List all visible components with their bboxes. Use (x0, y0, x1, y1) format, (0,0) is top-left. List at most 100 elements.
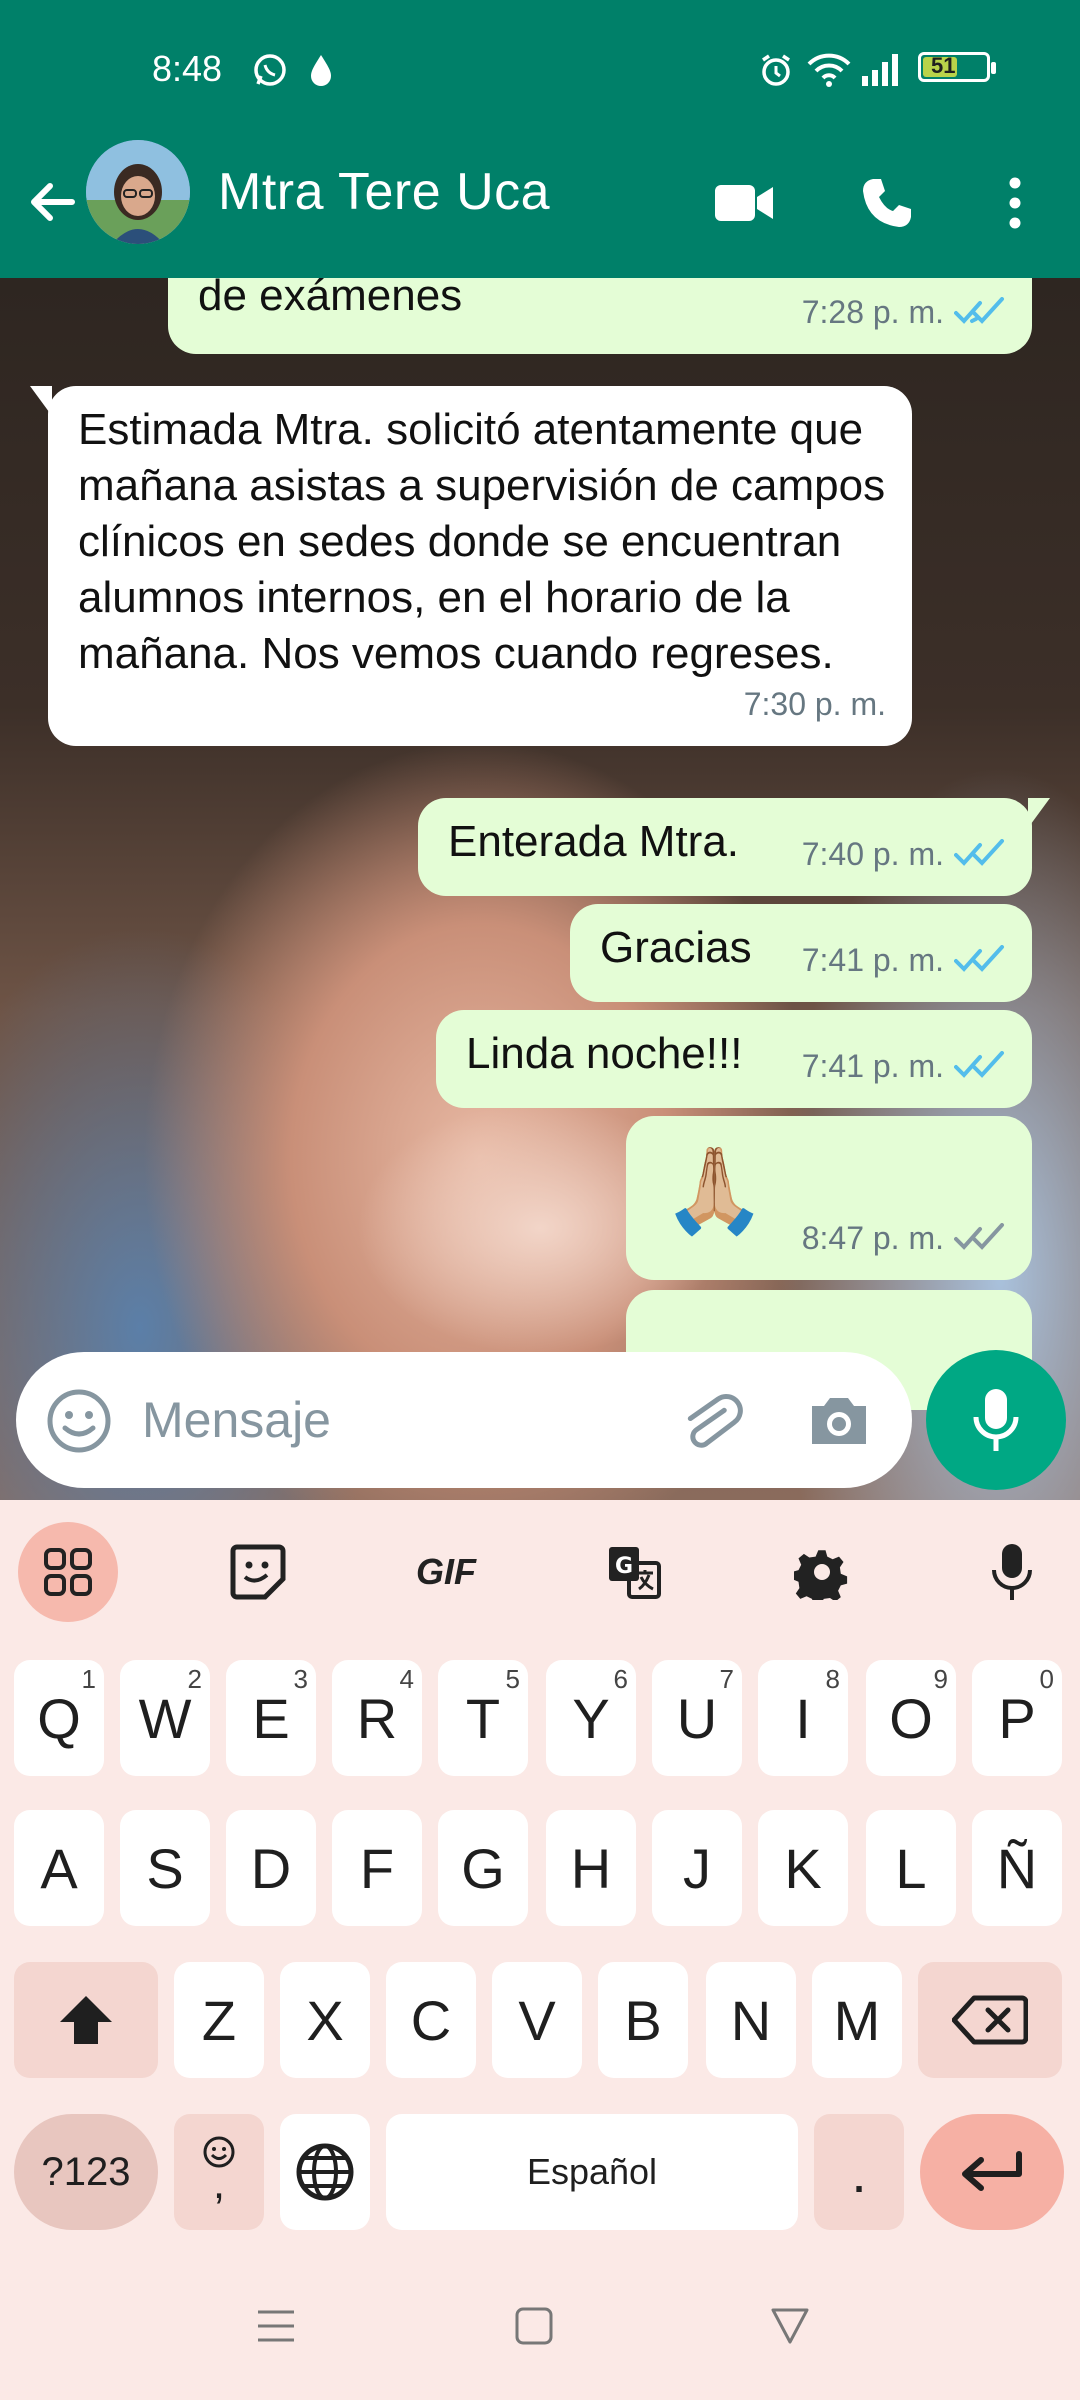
key-z[interactable]: Z (174, 1962, 264, 2078)
video-call-icon (715, 185, 773, 221)
translate-button[interactable]: G (584, 1522, 684, 1622)
apps-grid-icon (44, 1548, 92, 1596)
key-b[interactable]: B (598, 1962, 688, 2078)
message-composer (16, 1352, 912, 1488)
backspace-icon (952, 1995, 1028, 2045)
key-e[interactable]: E3 (226, 1660, 316, 1776)
wifi-icon (807, 53, 851, 87)
key-r[interactable]: R4 (332, 1660, 422, 1776)
shift-icon (60, 1996, 112, 2044)
voice-call-button[interactable] (852, 168, 922, 238)
soft-keyboard: GIF G Q1 W2 E3 R4 T 5 Y 6 U 7 I 8 O 9 P … (0, 1500, 1080, 2252)
keyboard-toolbar: GIF G (0, 1500, 1080, 1640)
backspace-key[interactable] (918, 1962, 1062, 2078)
emoji-comma-key[interactable]: , (174, 2114, 264, 2230)
message-text: Gracias (600, 923, 752, 972)
contact-avatar[interactable] (86, 140, 190, 244)
key-n[interactable]: N (706, 1962, 796, 2078)
language-key[interactable] (280, 2114, 370, 2230)
key-f[interactable]: F (332, 1810, 422, 1926)
message-meta: 7:41 p. m. (802, 1038, 1006, 1094)
message-input[interactable] (142, 1380, 662, 1460)
chat-header: Mtra Tere Uca (0, 140, 1080, 278)
key-g[interactable]: G (438, 1810, 528, 1926)
key-y[interactable]: Y6 (546, 1660, 636, 1776)
signal-icon (862, 54, 898, 86)
message-text: de exámenes (198, 278, 463, 320)
settings-button[interactable] (772, 1522, 872, 1622)
key-c[interactable]: C (386, 1962, 476, 2078)
read-ticks-icon (954, 839, 1004, 866)
svg-text:G: G (615, 1554, 633, 1579)
sticker-button[interactable] (208, 1522, 308, 1622)
symbols-key[interactable]: ?123 (14, 2114, 158, 2230)
message-incoming[interactable]: Estimada Mtra. solicitó atentamente que … (30, 386, 912, 746)
home-square-icon (515, 2307, 553, 2345)
video-call-button[interactable] (710, 168, 780, 238)
camera-icon[interactable] (806, 1390, 872, 1450)
message-meta: 7:28 p. m. (802, 284, 1006, 340)
battery-icon: 51 (918, 52, 996, 82)
key-x[interactable]: X (280, 1962, 370, 2078)
whatsapp-notification-icon (254, 54, 286, 86)
key-a[interactable]: A (14, 1810, 104, 1926)
enter-key[interactable] (920, 2114, 1064, 2230)
period-key[interactable]: . (814, 2114, 904, 2230)
message-meta: 8:47 p. m. (802, 1210, 1006, 1266)
key-q[interactable]: Q1 (14, 1660, 104, 1776)
key-m[interactable]: M (812, 1962, 902, 2078)
message-time: 7:41 p. m. (801, 942, 944, 978)
message-outgoing[interactable]: Enterada Mtra. 7:40 p. m. (418, 798, 1050, 896)
mic-icon (973, 1389, 1019, 1451)
key-o[interactable]: O9 (866, 1660, 956, 1776)
key-j[interactable]: J (652, 1810, 742, 1926)
globe-icon (296, 2143, 354, 2201)
key-u[interactable]: U7 (652, 1660, 742, 1776)
message-text: Enterada Mtra. (448, 817, 740, 866)
message-outgoing[interactable]: Linda noche!!! 7:41 p. m. (436, 1010, 1032, 1108)
message-outgoing[interactable]: 🙏🏼 8:47 p. m. (626, 1116, 1032, 1280)
contact-name[interactable]: Mtra Tere Uca (218, 162, 550, 222)
key-n-tilde[interactable]: Ñ (972, 1810, 1062, 1926)
message-outgoing[interactable]: de exámenes 7:28 p. m. (168, 278, 1032, 354)
key-i[interactable]: I8 (758, 1660, 848, 1776)
message-text: Linda noche!!! (466, 1029, 743, 1078)
key-k[interactable]: K (758, 1810, 848, 1926)
recents-button[interactable] (246, 2300, 306, 2352)
shift-key[interactable] (14, 1962, 158, 2078)
voice-message-button[interactable] (926, 1350, 1066, 1490)
more-vert-icon (1009, 177, 1021, 229)
phone-icon (863, 179, 911, 227)
menu-icon (258, 2310, 294, 2342)
key-v[interactable]: V (492, 1962, 582, 2078)
message-time: 8:47 p. m. (801, 1220, 944, 1256)
drop-notification-icon (311, 55, 331, 86)
message-outgoing[interactable]: Gracias 7:41 p. m. (570, 904, 1032, 1002)
voice-input-button[interactable] (962, 1522, 1062, 1622)
read-ticks-icon (954, 297, 1004, 324)
settings-icon (794, 1550, 848, 1600)
key-d[interactable]: D (226, 1810, 316, 1926)
key-h[interactable]: H (546, 1810, 636, 1926)
system-nav-bar (0, 2252, 1080, 2400)
key-t[interactable]: T5 (438, 1660, 528, 1776)
space-key[interactable]: Español (386, 2114, 798, 2230)
key-l[interactable]: L (866, 1810, 956, 1926)
more-options-button[interactable] (980, 168, 1050, 238)
message-time: 7:28 p. m. (801, 294, 944, 330)
apps-grid-button[interactable] (18, 1522, 118, 1622)
translate-icon: G (609, 1547, 661, 1599)
alarm-icon (762, 54, 790, 86)
key-p[interactable]: P0 (972, 1660, 1062, 1776)
emoji-icon[interactable] (46, 1388, 112, 1454)
delivered-ticks-icon (954, 1223, 1004, 1250)
key-w[interactable]: W2 (120, 1660, 210, 1776)
home-button[interactable] (504, 2300, 564, 2352)
key-s[interactable]: S (120, 1810, 210, 1926)
gif-button[interactable]: GIF (396, 1522, 496, 1622)
attach-icon[interactable] (676, 1388, 744, 1456)
message-emoji: 🙏🏼 (662, 1143, 767, 1237)
back-arrow-icon[interactable] (22, 172, 82, 232)
chat-area[interactable]: de exámenes 7:28 p. m. Estimada Mtra. so… (0, 278, 1080, 1500)
back-button[interactable] (760, 2300, 820, 2352)
